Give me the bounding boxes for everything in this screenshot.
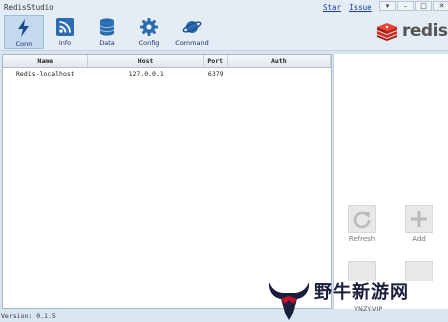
command-button[interactable]: Command [172,15,212,49]
menu-button[interactable]: ▾ [379,1,396,11]
table-row[interactable]: Redis-localhost 127.0.0.1 6379 [3,68,331,81]
lightning-icon [18,19,29,37]
refresh-label: Refresh [348,235,376,243]
plus-icon [411,211,427,227]
cell-auth [228,68,331,81]
gear-icon [140,18,158,36]
conn-button[interactable]: Conn [4,15,44,49]
command-label: Command [175,39,209,47]
close-button[interactable]: ✕ [433,1,448,11]
minimize-button[interactable]: – [397,1,414,11]
refresh-button[interactable] [348,205,376,233]
app-window: RedisStudio Star Issue ▾ – □ ✕ Conn Info [0,0,448,322]
config-button[interactable]: Config [129,15,169,49]
issue-link[interactable]: Issue [349,3,372,12]
cell-host: 127.0.0.1 [128,70,164,78]
redis-logo-text: redis [402,21,448,41]
data-button[interactable]: Data [87,15,127,49]
redis-logo: redis [375,20,448,42]
planet-icon [182,21,202,33]
action-panel: Refresh Add [333,54,448,309]
add-button[interactable] [405,205,433,233]
rss-icon [56,18,74,36]
redis-cube-icon [377,23,397,41]
window-controls: ▾ – □ ✕ [379,1,448,11]
data-label: Data [99,39,115,47]
cell-name: Redis-localhost [16,70,75,78]
column-port[interactable]: Port [204,55,228,67]
title-links: Star Issue [323,3,380,12]
star-link[interactable]: Star [323,3,341,12]
column-auth[interactable]: Auth [228,55,332,67]
connection-table: Name Host Port Auth Redis-localhost 127.… [2,54,332,309]
watermark-title: 野牛新游网 [314,282,409,303]
column-name[interactable]: Name [3,55,89,67]
config-label: Config [138,39,160,47]
watermark: 野牛新游网 YNZY.VIP [266,278,446,322]
table-header: Name Host Port Auth [3,55,332,68]
maximize-button[interactable]: □ [415,1,432,11]
add-label: Add [412,235,426,243]
window-title: RedisStudio [4,3,54,12]
info-button[interactable]: Info [45,15,85,49]
conn-label: Conn [15,40,33,48]
refresh-icon [353,211,371,229]
column-host[interactable]: Host [88,55,204,67]
info-label: Info [58,39,72,47]
title-bar: RedisStudio Star Issue ▾ – □ ✕ [0,0,448,14]
database-icon [99,18,115,36]
bull-logo-icon [268,282,310,320]
cell-port: 6379 [207,70,224,78]
version-text: Version: 0.1.5 [1,312,56,320]
watermark-url: YNZY.VIP [354,305,383,313]
